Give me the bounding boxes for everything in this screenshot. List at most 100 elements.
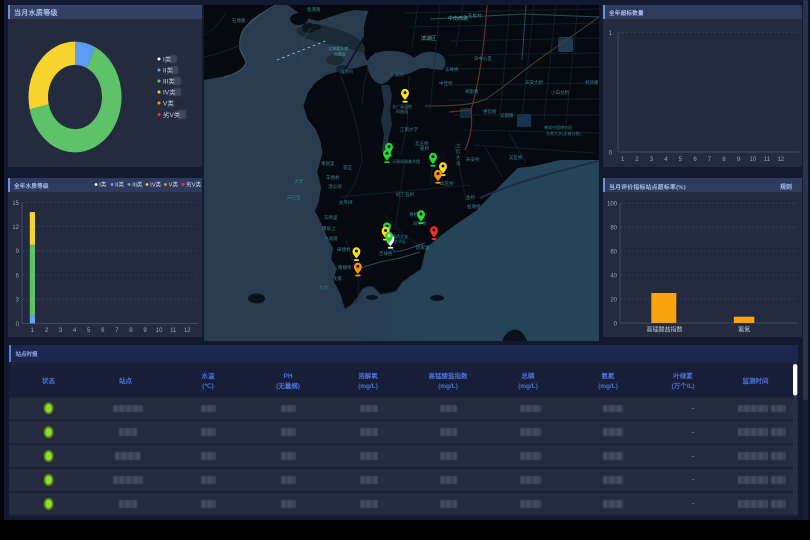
svg-text:11: 11 (764, 157, 771, 163)
svg-text:东降里: 东降里 (324, 214, 338, 221)
svg-text:胡家费: 胡家费 (465, 88, 479, 95)
svg-text:5: 5 (679, 157, 683, 163)
svg-text:梁中心区: 梁中心区 (474, 55, 492, 62)
svg-text:(mg/L): (mg/L) (598, 383, 618, 390)
svg-text:高锰酸盐指数: 高锰酸盐指数 (646, 326, 682, 334)
svg-text:(mg/L): (mg/L) (518, 383, 538, 390)
svg-text:劣V类: 劣V类 (186, 181, 201, 189)
svg-text:高区桥: 高区桥 (440, 180, 454, 187)
svg-text:九龙: 九龙 (319, 284, 328, 291)
svg-text:1: 1 (621, 157, 625, 163)
svg-text:江南大学: 江南大学 (400, 126, 418, 133)
svg-text:氨氮: 氨氮 (738, 326, 750, 334)
svg-text:鱼桥: 鱼桥 (466, 194, 475, 201)
svg-text:小白龙桥: 小白龙桥 (551, 89, 569, 96)
svg-text:(mg/L): (mg/L) (438, 383, 458, 390)
svg-text:0: 0 (16, 322, 20, 328)
svg-text:监测时间: 监测时间 (742, 376, 769, 385)
svg-text:渔港路: 渔港路 (307, 6, 321, 13)
svg-text:60: 60 (610, 250, 617, 256)
svg-text:5: 5 (87, 328, 91, 334)
svg-text:80: 80 (610, 226, 617, 232)
svg-text:小湖浦: 小湖浦 (324, 235, 338, 242)
svg-text:道: 道 (456, 160, 461, 167)
svg-text:III类: III类 (132, 181, 143, 189)
svg-text:太湖鼋头渚: 太湖鼋头渚 (328, 45, 348, 51)
svg-text:机场路: 机场路 (585, 79, 599, 86)
svg-text:(万个/L): (万个/L) (671, 381, 694, 390)
svg-text:2: 2 (45, 328, 49, 334)
svg-text:宝界桥: 宝界桥 (341, 68, 353, 74)
svg-text:12: 12 (777, 157, 784, 163)
svg-text:9: 9 (16, 249, 20, 255)
svg-text:0: 0 (609, 150, 613, 156)
svg-text:吴区桥: 吴区桥 (509, 154, 523, 161)
svg-text:大: 大 (456, 154, 461, 161)
svg-text:8: 8 (722, 157, 726, 163)
svg-text:板桥: 板桥 (420, 145, 429, 152)
svg-text:南栅桥: 南栅桥 (338, 264, 352, 271)
svg-text:总磷: 总磷 (521, 371, 535, 380)
svg-text:10: 10 (750, 157, 757, 163)
svg-text:东南大学(无锡分校): 东南大学(无锡分校) (546, 130, 581, 136)
svg-text:中佳桥: 中佳桥 (439, 80, 453, 87)
svg-text:20: 20 (610, 297, 617, 303)
svg-text:7: 7 (115, 328, 119, 334)
svg-text:天安大桥: 天安大桥 (525, 79, 543, 86)
svg-text:大浮: 大浮 (294, 178, 303, 185)
svg-text:1: 1 (31, 328, 35, 334)
svg-text:汤公湖: 汤公湖 (328, 183, 342, 190)
svg-text:石塘路: 石塘路 (232, 17, 246, 24)
svg-text:II类: II类 (115, 181, 124, 189)
svg-text:8: 8 (129, 328, 133, 334)
svg-text:吉祥桥: 吉祥桥 (379, 250, 393, 257)
svg-text:吴都路: 吴都路 (500, 112, 514, 119)
svg-text:溶解氧: 溶解氧 (358, 371, 378, 380)
svg-text:15: 15 (12, 201, 19, 207)
svg-text:6: 6 (16, 273, 20, 279)
svg-text:V类: V类 (169, 181, 179, 189)
svg-text:7: 7 (708, 157, 712, 163)
svg-text:IV类: IV类 (150, 181, 161, 189)
svg-text:信: 信 (456, 148, 461, 155)
svg-text:3: 3 (650, 157, 654, 163)
svg-text:寿安桥: 寿安桥 (466, 156, 480, 163)
svg-text:纪丁石桥: 纪丁石桥 (396, 191, 414, 198)
svg-text:叶绿素: 叶绿素 (673, 371, 693, 380)
svg-text:4: 4 (73, 328, 77, 334)
svg-text:100: 100 (607, 202, 618, 208)
svg-text:白石里: 白石里 (287, 194, 301, 201)
svg-text:风景区: 风景区 (334, 51, 346, 57)
svg-text:12: 12 (184, 328, 191, 334)
svg-text:3: 3 (59, 328, 63, 334)
svg-text:立: 立 (456, 142, 461, 148)
svg-text:2: 2 (635, 157, 639, 163)
svg-text:状态: 状态 (42, 376, 56, 385)
svg-text:12: 12 (12, 225, 19, 231)
svg-text:I类: I类 (99, 181, 107, 189)
svg-text:PH: PH (283, 373, 292, 380)
svg-text:3: 3 (16, 298, 20, 304)
svg-text:科普园: 科普园 (396, 108, 408, 114)
svg-text:氨氮: 氨氮 (601, 371, 615, 380)
svg-text:薛家里: 薛家里 (416, 244, 430, 251)
svg-text:(mg/L): (mg/L) (358, 383, 378, 390)
svg-text:1: 1 (609, 31, 613, 37)
svg-text:重居里: 重居里 (321, 160, 335, 167)
svg-text:6: 6 (101, 328, 105, 334)
svg-text:4: 4 (664, 157, 668, 163)
svg-text:青桥: 青桥 (409, 211, 418, 218)
svg-text:(无量纲): (无量纲) (276, 381, 300, 390)
svg-text:东蠡湖: 东蠡湖 (390, 71, 404, 78)
svg-text:10: 10 (156, 328, 163, 334)
svg-text:V类: V类 (163, 99, 174, 108)
svg-text:(℃): (℃) (202, 382, 214, 390)
svg-text:祉塘桥: 祉塘桥 (467, 203, 481, 210)
svg-text:艺术区: 艺术区 (394, 238, 406, 244)
svg-text:高锰酸盐指数: 高锰酸盐指数 (428, 371, 468, 380)
svg-text:40: 40 (610, 273, 617, 279)
svg-text:6: 6 (693, 157, 697, 163)
svg-text:采捷村: 采捷村 (337, 246, 351, 253)
svg-text:滨湖区: 滨湖区 (421, 35, 436, 42)
svg-text:11: 11 (170, 328, 177, 334)
